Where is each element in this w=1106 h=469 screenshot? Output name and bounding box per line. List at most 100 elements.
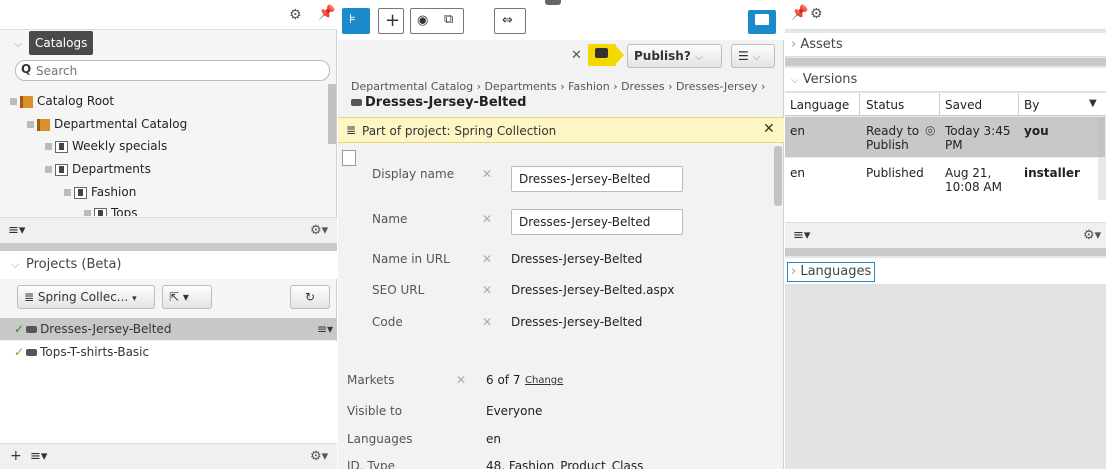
- languages-label: Languages: [800, 264, 872, 279]
- tree-toggle-button[interactable]: ⊧: [342, 8, 370, 34]
- project-item[interactable]: ✓ Tops-T-shirts-Basic: [0, 341, 337, 363]
- markets-change-link[interactable]: Change: [525, 375, 563, 386]
- table-row[interactable]: en Ready to Publish ◎ Today 3:45 PM you: [785, 117, 1098, 157]
- add-button[interactable]: +: [378, 8, 404, 34]
- item-menu-icon[interactable]: ≡▾: [317, 318, 333, 340]
- pane-splitter[interactable]: [785, 58, 1106, 66]
- comment-pointer: [614, 44, 624, 66]
- menu-icon[interactable]: ≡▾: [8, 223, 25, 238]
- column-header[interactable]: Language: [790, 98, 849, 112]
- pane-splitter[interactable]: [785, 248, 1106, 256]
- expand-icon[interactable]: [45, 166, 52, 173]
- gear-menu-icon[interactable]: ⚙▾: [1083, 228, 1101, 243]
- compare-button[interactable]: ⇔: [494, 8, 526, 34]
- preview-group[interactable]: ◉ ⧉: [410, 8, 464, 34]
- versions-header[interactable]: ⌵ Versions: [785, 68, 1106, 92]
- column-header[interactable]: Status: [866, 98, 904, 112]
- table-row[interactable]: en Published Aug 21, 10:08 AM installer: [785, 158, 1098, 200]
- chevron-down-icon[interactable]: ⌵: [11, 258, 19, 272]
- languages-label: Languages: [347, 432, 413, 446]
- column-header[interactable]: Saved: [945, 98, 982, 112]
- assets-header[interactable]: › Assets: [785, 33, 1106, 57]
- name-in-url-value[interactable]: Dresses-Jersey-Belted: [511, 252, 642, 266]
- display-name-input[interactable]: [511, 166, 683, 192]
- visible-to-value: Everyone: [486, 404, 543, 418]
- left-top-toolbar: ⚙ 📌: [0, 0, 337, 30]
- tree-node-label: Weekly specials: [72, 139, 168, 153]
- menu-icon[interactable]: ≡▾: [30, 449, 47, 464]
- refresh-button[interactable]: ↻: [290, 285, 330, 309]
- seo-url-value[interactable]: Dresses-Jersey-Belted.aspx: [511, 283, 675, 297]
- form-scrollbar[interactable]: [774, 146, 782, 206]
- code-value[interactable]: Dresses-Jersey-Belted: [511, 315, 642, 329]
- gear-menu-icon[interactable]: ⚙▾: [310, 223, 328, 238]
- project-icon: ≣: [24, 290, 35, 304]
- tree-node[interactable]: Fashion: [64, 182, 136, 202]
- projects-pane-bar: + ≡▾ ⚙▾: [0, 443, 337, 469]
- close-icon[interactable]: ✕: [763, 121, 775, 137]
- tree-icon: ⊧: [349, 12, 356, 27]
- markets-value: 6 of 7: [486, 373, 521, 387]
- menu-icon[interactable]: ≡▾: [793, 228, 810, 243]
- tree-node[interactable]: Weekly specials: [45, 136, 167, 156]
- locked-icon: ✕: [482, 315, 493, 329]
- project-banner: ≣ Part of project: Spring Collection ✕: [338, 117, 784, 143]
- catalog-node-icon: [55, 163, 68, 176]
- project-item-selected[interactable]: ✓ Dresses-Jersey-Belted ≡▾: [0, 318, 337, 340]
- expand-icon[interactable]: [27, 121, 34, 128]
- chevron-right-icon: ›: [791, 264, 797, 279]
- project-export-button[interactable]: ⇱ ▾: [162, 285, 212, 309]
- projects-title: Projects (Beta): [26, 257, 122, 272]
- tree-node-label: Departments: [72, 162, 151, 176]
- versions-pane-bar: ≡▾ ⚙▾: [785, 222, 1106, 248]
- column-header[interactable]: By: [1024, 98, 1039, 112]
- pin-off-icon[interactable]: ✕: [571, 48, 582, 63]
- expand-icon[interactable]: [64, 189, 71, 196]
- pin-icon[interactable]: 📌: [318, 5, 335, 21]
- languages-header[interactable]: › Languages: [787, 262, 876, 282]
- publish-button[interactable]: Publish? ⌵: [627, 44, 722, 68]
- preview-icon[interactable]: ⧉: [444, 12, 453, 27]
- tree-scrollbar[interactable]: [328, 84, 336, 144]
- chevron-down-icon: ⌵: [791, 75, 799, 86]
- assets-label: Assets: [800, 37, 843, 52]
- project-icon: ≣: [346, 123, 357, 137]
- chevron-down-icon[interactable]: ⌵: [14, 37, 22, 51]
- tree-node-label: Fashion: [91, 185, 137, 199]
- gear-icon[interactable]: ⚙: [289, 7, 302, 23]
- catalog-node-icon: [74, 186, 87, 199]
- collapse-handle[interactable]: [545, 0, 561, 5]
- add-icon[interactable]: +: [10, 448, 22, 464]
- locked-icon: ✕: [482, 252, 493, 266]
- comment-button[interactable]: [588, 44, 616, 66]
- search-input[interactable]: [15, 60, 330, 81]
- project-banner-text: Part of project: Spring Collection: [362, 124, 557, 138]
- expand-icon[interactable]: [45, 143, 52, 150]
- status-icon: ◎: [925, 123, 936, 137]
- name-input[interactable]: [511, 209, 683, 235]
- pane-splitter[interactable]: [0, 243, 337, 251]
- tree-node[interactable]: Departments: [45, 159, 151, 179]
- breadcrumb[interactable]: Departmental Catalog › Departments › Fas…: [351, 80, 765, 93]
- caret-down-icon[interactable]: ▼: [1089, 98, 1097, 109]
- editor-pane: ⊧ + ◉ ⧉ ⇔ ✕ Publish? ⌵ ☰ ⌵ Departmental …: [338, 0, 784, 469]
- pin-icon[interactable]: 📌: [791, 5, 808, 21]
- versions-table-header: Language Status Saved By ▼: [785, 93, 1106, 116]
- project-select-button[interactable]: ≣ Spring Collec... ▾: [17, 285, 155, 309]
- gear-menu-icon[interactable]: ⚙▾: [310, 449, 328, 464]
- expand-icon[interactable]: [10, 98, 17, 105]
- tree-node[interactable]: Tops: [84, 205, 138, 216]
- versions-scrollbar[interactable]: [1098, 117, 1105, 157]
- tree-node[interactable]: Departmental Catalog: [27, 114, 187, 134]
- left-pane: ⚙ 📌 ⌵ Catalogs 🔍 Q Catalog RootDepartmen…: [0, 0, 337, 469]
- gear-icon[interactable]: ⚙: [810, 6, 823, 22]
- tree-node[interactable]: Catalog Root: [10, 91, 114, 111]
- version-saved: Aug 21, 10:08 AM: [945, 166, 1002, 194]
- visible-to-label: Visible to: [347, 404, 403, 418]
- catalogs-tab[interactable]: Catalogs: [29, 31, 94, 55]
- options-button[interactable]: ☰ ⌵: [731, 44, 775, 68]
- check-icon: ✓: [14, 345, 25, 359]
- expand-icon[interactable]: [84, 210, 91, 216]
- folder-toggle-button[interactable]: [748, 10, 776, 34]
- eye-icon[interactable]: ◉: [417, 13, 428, 28]
